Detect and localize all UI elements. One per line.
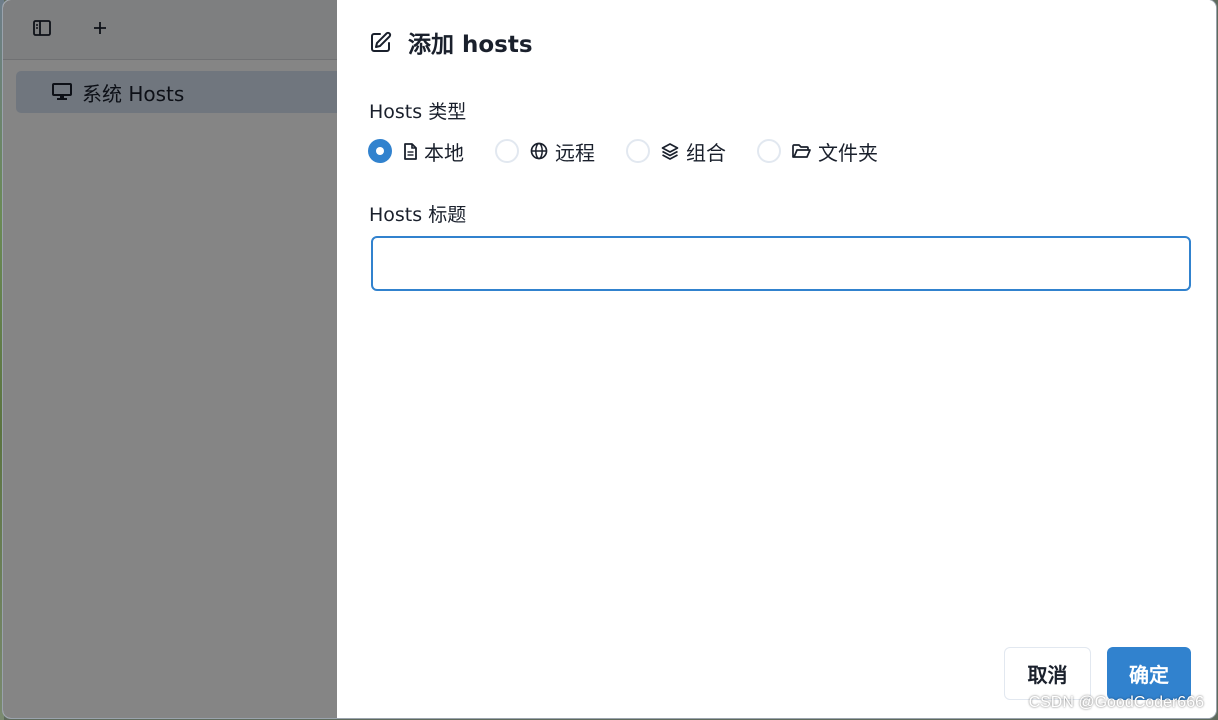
watermark: CSDN @GoodCoder666 bbox=[1028, 694, 1204, 711]
hosts-title-input[interactable] bbox=[371, 236, 1191, 291]
add-hosts-drawer: 添加 hosts Hosts 类型 本地 远程 组合 文件夹 Hosts 标题 … bbox=[337, 0, 1216, 718]
edit-icon bbox=[370, 31, 392, 53]
layers-icon bbox=[661, 142, 679, 160]
radio-label: 文件夹 bbox=[818, 140, 878, 165]
confirm-button[interactable]: 确定 bbox=[1107, 647, 1191, 700]
app-window: 系统 Hosts 添加 hosts Hosts 类型 本地 远程 组合 文件夹 … bbox=[3, 0, 1216, 718]
cancel-button[interactable]: 取消 bbox=[1004, 647, 1091, 700]
radio-label: 远程 bbox=[555, 140, 595, 165]
radio-folder[interactable]: 文件夹 bbox=[757, 137, 878, 166]
hosts-type-radio-group: 本地 远程 组合 文件夹 bbox=[368, 137, 909, 165]
hosts-title-label: Hosts 标题 bbox=[369, 204, 467, 226]
radio-indicator[interactable] bbox=[495, 139, 519, 163]
hosts-type-label: Hosts 类型 bbox=[369, 101, 467, 123]
file-icon bbox=[403, 142, 417, 160]
sidebar: 系统 Hosts bbox=[3, 0, 346, 718]
radio-remote[interactable]: 远程 bbox=[495, 137, 595, 166]
radio-local[interactable]: 本地 bbox=[368, 137, 464, 166]
radio-combination[interactable]: 组合 bbox=[626, 137, 726, 166]
radio-indicator[interactable] bbox=[368, 139, 392, 163]
modal-overlay[interactable] bbox=[3, 0, 337, 718]
radio-label: 本地 bbox=[424, 140, 464, 165]
globe-icon bbox=[530, 142, 548, 160]
radio-label: 组合 bbox=[686, 140, 726, 165]
radio-indicator[interactable] bbox=[626, 139, 650, 163]
drawer-title: 添加 hosts bbox=[408, 32, 533, 58]
drawer-header: 添加 hosts bbox=[370, 26, 533, 58]
folder-icon bbox=[792, 143, 811, 159]
radio-indicator[interactable] bbox=[757, 139, 781, 163]
